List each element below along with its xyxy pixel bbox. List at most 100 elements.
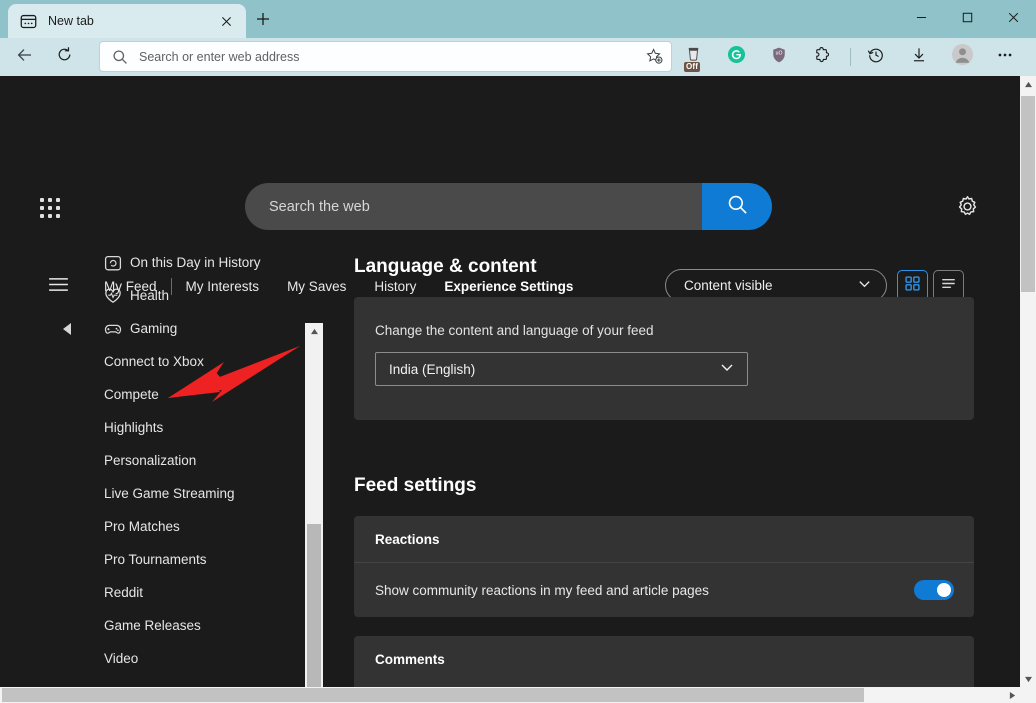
scroll-up-arrow-icon[interactable] <box>305 323 323 340</box>
sidebar-item-label: Pro Matches <box>104 519 180 534</box>
minimize-button[interactable] <box>898 0 944 38</box>
sidebar-item-highlights[interactable]: Highlights <box>40 411 315 444</box>
ublock-origin-button[interactable]: uO <box>764 42 794 72</box>
sidebar-item-pro-tournaments[interactable]: Pro Tournaments <box>40 543 315 576</box>
grammarly-button[interactable] <box>721 42 751 72</box>
sidebar-item-label: Connect to Xbox <box>104 354 204 369</box>
toolbar-extensions: Off uO <box>678 41 1033 73</box>
svg-text:uO: uO <box>776 50 783 56</box>
gamepad-icon <box>104 320 122 338</box>
sidebar-item-on-this-day-in-history[interactable]: On this Day in History <box>40 246 315 279</box>
history-button[interactable] <box>861 42 891 72</box>
page-vertical-scrollbar[interactable] <box>1020 76 1036 687</box>
back-arrow-icon <box>16 46 34 69</box>
toolbar-divider <box>850 48 851 66</box>
settings-sidebar: On this Day in History Health <box>40 246 315 671</box>
reactions-card: Reactions Show community reactions in my… <box>354 516 974 617</box>
close-button[interactable] <box>990 0 1036 38</box>
scroll-down-arrow-icon[interactable] <box>1020 671 1036 687</box>
sidebar-item-label: Compete <box>104 387 159 402</box>
heart-pulse-icon <box>104 287 122 305</box>
page-vertical-scroll-thumb[interactable] <box>1021 96 1035 292</box>
sidebar-scrollbar[interactable] <box>305 323 323 703</box>
browser-window: New tab <box>0 0 1036 703</box>
reload-icon <box>56 46 73 68</box>
scroll-right-arrow-icon[interactable] <box>1004 687 1020 703</box>
browser-tab[interactable]: New tab <box>8 4 246 38</box>
new-tab-button[interactable] <box>250 8 276 34</box>
page-horizontal-scroll-thumb[interactable] <box>2 688 864 702</box>
address-input[interactable]: Search or enter web address <box>139 50 641 64</box>
sidebar-scroll-track[interactable] <box>305 340 323 703</box>
sidebar-item-label: Reddit <box>104 585 143 600</box>
newtab-page-icon <box>20 13 37 30</box>
window-controls <box>898 0 1036 38</box>
sidebar-item-label: Game Releases <box>104 618 201 633</box>
tab-title: New tab <box>48 14 214 28</box>
sidebar-item-connect-to-xbox[interactable]: Connect to Xbox <box>40 345 315 378</box>
profile-avatar-icon <box>951 43 974 71</box>
language-card: Change the content and language of your … <box>354 297 974 420</box>
minimize-icon <box>916 10 927 28</box>
language-section-title: Language & content <box>354 256 974 278</box>
close-icon[interactable] <box>214 9 238 33</box>
grammarly-g-icon <box>727 45 746 69</box>
search-submit-button[interactable] <box>702 183 772 230</box>
maximize-button[interactable] <box>944 0 990 38</box>
download-arrow-icon <box>910 46 928 69</box>
search-input[interactable]: Search the web <box>245 183 702 230</box>
language-select[interactable]: India (English) <box>375 352 748 386</box>
app-grid-icon[interactable] <box>38 196 62 220</box>
profile-button[interactable] <box>947 42 977 72</box>
downloads-button[interactable] <box>904 42 934 72</box>
reactions-toggle[interactable] <box>914 580 954 600</box>
gear-icon[interactable] <box>955 194 980 219</box>
settings-main: Language & content Change the content an… <box>354 256 974 703</box>
feed-section-title: Feed settings <box>354 475 974 497</box>
address-bar[interactable]: Search or enter web address <box>99 41 672 72</box>
more-ellipsis-icon <box>996 46 1014 69</box>
chevron-down-icon <box>719 359 735 380</box>
sidebar-scroll-thumb[interactable] <box>307 524 321 703</box>
web-search-bar[interactable]: Search the web <box>245 183 772 230</box>
extension-off-button[interactable]: Off <box>678 42 708 72</box>
sidebar-item-label: Pro Tournaments <box>104 552 207 567</box>
search-icon <box>112 49 128 65</box>
tab-strip: New tab <box>0 0 1036 38</box>
sidebar-item-pro-matches[interactable]: Pro Matches <box>40 510 315 543</box>
expand-triangle-icon[interactable] <box>63 323 71 335</box>
more-options-button[interactable] <box>990 42 1020 72</box>
sidebar-item-gaming[interactable]: Gaming <box>40 312 315 345</box>
reactions-card-header: Reactions <box>354 516 974 563</box>
comments-card-header: Comments <box>354 636 974 683</box>
puzzle-piece-icon <box>813 46 831 69</box>
close-icon <box>1008 10 1019 28</box>
reload-button[interactable] <box>49 42 79 72</box>
sidebar-item-compete[interactable]: Compete <box>40 378 315 411</box>
sidebar-item-video[interactable]: Video <box>40 642 315 671</box>
sidebar-item-label: Video <box>104 651 138 666</box>
add-favorite-star-icon[interactable] <box>641 44 667 70</box>
search-icon <box>726 193 749 221</box>
page-viewport: Search the web <box>0 76 1020 703</box>
sidebar-item-label: Live Game Streaming <box>104 486 235 501</box>
language-card-label: Change the content and language of your … <box>375 323 953 338</box>
sidebar-item-health[interactable]: Health <box>40 279 315 312</box>
maximize-icon <box>962 10 973 28</box>
calendar-history-icon <box>104 254 122 272</box>
page-vertical-scroll-track[interactable] <box>1020 92 1036 671</box>
language-select-value: India (English) <box>389 362 719 377</box>
sidebar-item-live-game-streaming[interactable]: Live Game Streaming <box>40 477 315 510</box>
reactions-row-label: Show community reactions in my feed and … <box>375 583 914 598</box>
sidebar-item-personalization[interactable]: Personalization <box>40 444 315 477</box>
sidebar-item-label: Highlights <box>104 420 163 435</box>
back-button[interactable] <box>10 42 40 72</box>
sidebar-item-label: On this Day in History <box>40 255 261 270</box>
reactions-toggle-row: Show community reactions in my feed and … <box>354 563 974 617</box>
plus-icon <box>256 12 270 31</box>
sidebar-item-game-releases[interactable]: Game Releases <box>40 609 315 642</box>
page-horizontal-scrollbar[interactable] <box>0 687 1020 703</box>
extensions-button[interactable] <box>807 42 837 72</box>
scroll-up-arrow-icon[interactable] <box>1020 76 1036 92</box>
sidebar-item-reddit[interactable]: Reddit <box>40 576 315 609</box>
